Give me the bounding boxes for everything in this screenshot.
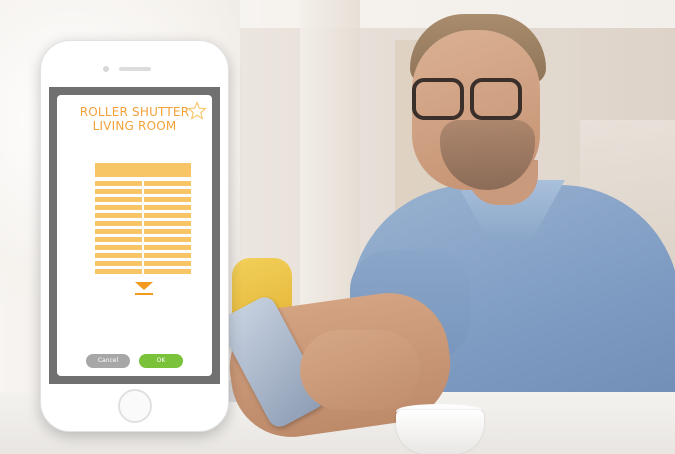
shutter-box (95, 163, 191, 177)
glasses (408, 78, 528, 120)
earpiece-speaker (119, 67, 151, 71)
star-outline-icon[interactable] (187, 101, 207, 121)
down-arrow-icon[interactable] (135, 282, 153, 296)
ok-button[interactable]: OK (139, 354, 183, 368)
shutter-center-line (142, 177, 144, 279)
device-title-line2: LIVING ROOM (92, 119, 177, 133)
roller-shutter-graphic[interactable] (95, 163, 191, 279)
cancel-button[interactable]: Cancel (86, 354, 130, 368)
front-camera (103, 66, 109, 72)
coffee-cup (396, 410, 484, 454)
shutter-control-card: ROLLER SHUTTER LIVING ROOM Cancel OK (57, 95, 212, 376)
wall-pillar (300, 0, 360, 320)
phone-mockup: ROLLER SHUTTER LIVING ROOM Cancel OK (40, 40, 229, 432)
man-hand (300, 330, 420, 410)
home-button[interactable] (118, 389, 152, 423)
phone-screen: ROLLER SHUTTER LIVING ROOM Cancel OK (49, 87, 220, 384)
